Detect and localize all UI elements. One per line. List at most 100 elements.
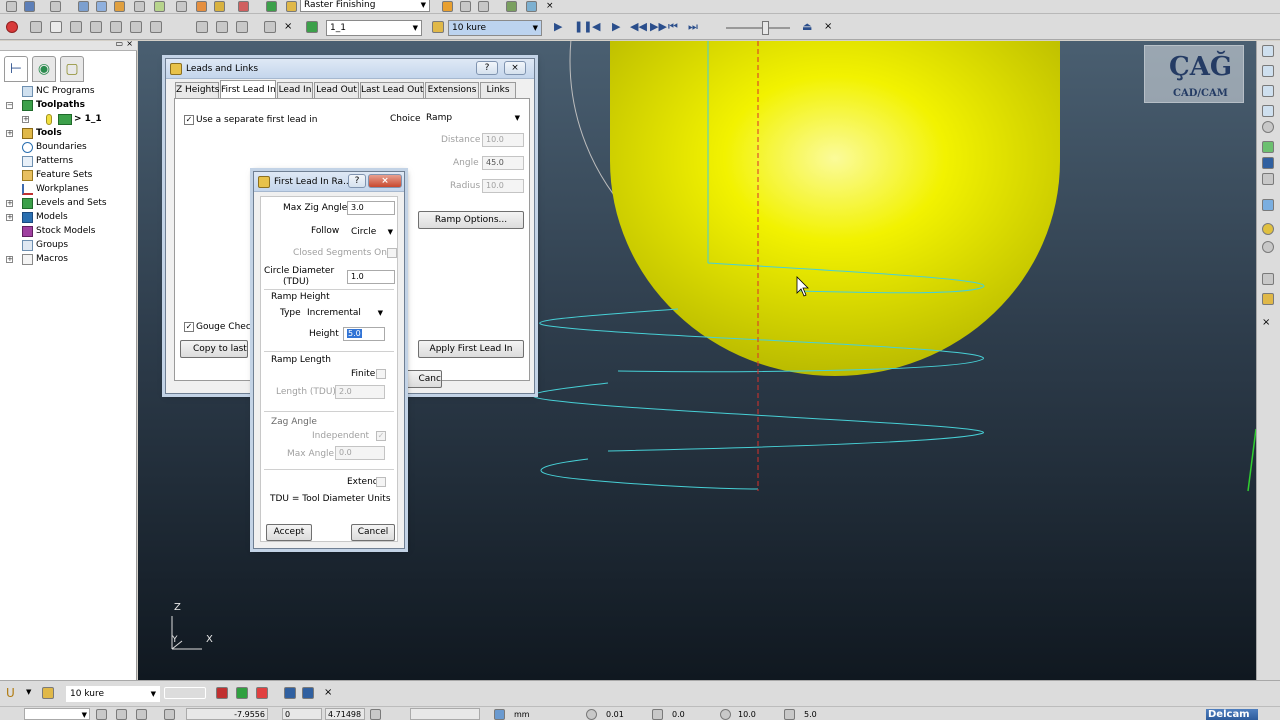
copy-to-last-lead-button[interactable]: Copy to last lead [180, 340, 248, 358]
calculate-icon[interactable] [460, 1, 471, 12]
material-icon[interactable] [1262, 223, 1274, 235]
closed-segments-checkbox[interactable] [387, 248, 397, 258]
explorer-tree-icon[interactable]: ⊢ [4, 56, 28, 82]
tree-item-feature-sets[interactable]: Feature Sets [6, 169, 126, 182]
tab-links[interactable]: Links [480, 82, 516, 98]
tree-item-workplanes[interactable]: Workplanes [6, 183, 126, 196]
eject-icon[interactable]: ⏏ [802, 21, 814, 33]
end-point-icon[interactable] [214, 1, 225, 12]
tool-shade-icon[interactable] [1262, 273, 1274, 285]
magnet-dropdown-icon[interactable]: ▼ [26, 688, 31, 696]
tree-item-toolpath-1-1[interactable]: + > 1_1 [6, 113, 126, 126]
view-iso4-icon[interactable] [1262, 105, 1274, 117]
block-icon[interactable] [78, 1, 89, 12]
step-forward-icon[interactable]: ▶ [612, 21, 624, 33]
view-iso3-icon[interactable] [1262, 85, 1274, 97]
view-front-icon[interactable] [110, 21, 122, 33]
help-button[interactable]: ? [476, 61, 498, 75]
ramp-options-button[interactable]: Ramp Options... [418, 211, 524, 229]
leads-cancel-button[interactable]: Cancel [406, 370, 442, 388]
extend-checkbox[interactable] [376, 477, 386, 487]
independent-checkbox[interactable]: ✓ [376, 431, 386, 441]
tree-item-patterns[interactable]: Patterns [6, 155, 126, 168]
import-icon[interactable] [50, 1, 61, 12]
feed-rate-icon[interactable] [154, 1, 165, 12]
view-iso1-icon[interactable] [1262, 45, 1274, 57]
expand-icon[interactable]: + [6, 256, 13, 263]
toolbar-close-icon[interactable]: × [824, 21, 836, 33]
tool-pen-icon[interactable] [284, 687, 296, 699]
max-angle-input[interactable]: 0.0 [335, 446, 385, 460]
collision-icon[interactable] [526, 1, 537, 12]
tab-first-lead-in[interactable]: First Lead In [220, 80, 276, 98]
pin-icon[interactable]: ▭ [115, 39, 123, 48]
tool-icon[interactable] [114, 1, 125, 12]
tool-axis-icon[interactable] [302, 687, 314, 699]
fit-view-icon[interactable] [1262, 173, 1274, 185]
circle-diameter-input[interactable]: 1.0 [347, 270, 395, 284]
height-input[interactable]: 5.0 [343, 327, 385, 341]
go-start-icon[interactable]: ⏮ [668, 21, 680, 33]
edit-toolpath-icon[interactable] [442, 1, 453, 12]
status-select-field[interactable]: ▼ [24, 708, 90, 720]
apply-first-lead-in-button[interactable]: Apply First Lead In [418, 340, 524, 358]
workplane-icon[interactable] [96, 1, 107, 12]
expand-icon[interactable]: − [6, 102, 13, 109]
tree-item-stock-models[interactable]: Stock Models [6, 225, 126, 238]
gouge-check-checkbox[interactable]: ✓ [184, 322, 194, 332]
diameter-icon[interactable] [720, 709, 731, 720]
nc-list-icon[interactable] [478, 1, 489, 12]
globe-icon[interactable]: ◉ [32, 56, 56, 82]
close-button[interactable]: × [504, 61, 526, 75]
fast-forward-icon[interactable]: ▶▶ [650, 21, 667, 33]
measure-icon[interactable] [370, 709, 381, 720]
tree-item-groups[interactable]: Groups [6, 239, 126, 252]
length-tdu-input[interactable]: 2.0 [335, 385, 385, 399]
status-tool-select[interactable]: 10 kure ▼ [66, 686, 160, 702]
view-iso2-icon[interactable] [1262, 65, 1274, 77]
view-side-icon[interactable] [130, 21, 142, 33]
rapid-move-icon[interactable] [134, 1, 145, 12]
record-icon[interactable] [6, 21, 18, 33]
ramp-cancel-button[interactable]: Cancel [351, 524, 395, 541]
rewind-icon[interactable]: ◀◀ [630, 21, 647, 33]
go-end-icon[interactable]: ⏭ [688, 21, 700, 33]
tool-select[interactable]: 10 kure ▼ [448, 20, 542, 36]
expand-icon[interactable]: + [6, 200, 13, 207]
type-select[interactable]: Incremental ▼ [303, 306, 387, 321]
tab-z-heights[interactable]: Z Heights [175, 82, 219, 98]
finite-checkbox[interactable] [376, 369, 386, 379]
follow-select[interactable]: Circle ▼ [347, 225, 397, 240]
toolpath-select[interactable]: 1_1 ▼ [326, 20, 422, 36]
tool-holder-icon[interactable] [1262, 293, 1274, 305]
tree-item-tools[interactable]: + Tools [6, 127, 126, 140]
magnet-icon[interactable]: U [6, 687, 18, 699]
tool-close-icon[interactable]: × [324, 687, 336, 699]
tab-last-lead-out[interactable]: Last Lead Out [360, 82, 424, 98]
view-wire-icon[interactable] [216, 21, 228, 33]
grid-icon[interactable] [164, 709, 175, 720]
tree-item-nc-programs[interactable]: NC Programs [6, 85, 126, 98]
shaded-icon[interactable] [1262, 199, 1274, 211]
pan-icon[interactable] [1262, 157, 1274, 169]
speed-slider[interactable] [726, 21, 790, 35]
play-icon[interactable]: ▶ [554, 21, 566, 33]
speed-slider-handle[interactable] [762, 21, 769, 35]
close-icon[interactable]: × [546, 1, 557, 12]
new-file-icon[interactable] [6, 1, 17, 12]
start-point-icon[interactable] [196, 1, 207, 12]
radius-input[interactable]: 10.0 [482, 179, 524, 193]
stepover-icon[interactable] [784, 709, 795, 720]
tree-item-boundaries[interactable]: Boundaries [6, 141, 126, 154]
tool-check-icon[interactable] [256, 687, 268, 699]
tree-item-toolpaths[interactable]: − Toolpaths [6, 99, 126, 112]
strategy-select[interactable]: Raster Finishing ▼ [300, 0, 430, 12]
view-shade-icon[interactable] [150, 21, 162, 33]
sim-close-icon[interactable]: × [284, 21, 296, 33]
rtb-close-icon[interactable]: × [1262, 317, 1274, 329]
pause-icon[interactable]: ❚❚ [574, 21, 592, 33]
view-fit-icon[interactable] [196, 21, 208, 33]
tool-copy-icon[interactable] [236, 687, 248, 699]
tree-item-levels-sets[interactable]: + Levels and Sets [6, 197, 126, 210]
leads-links-icon[interactable] [176, 1, 187, 12]
